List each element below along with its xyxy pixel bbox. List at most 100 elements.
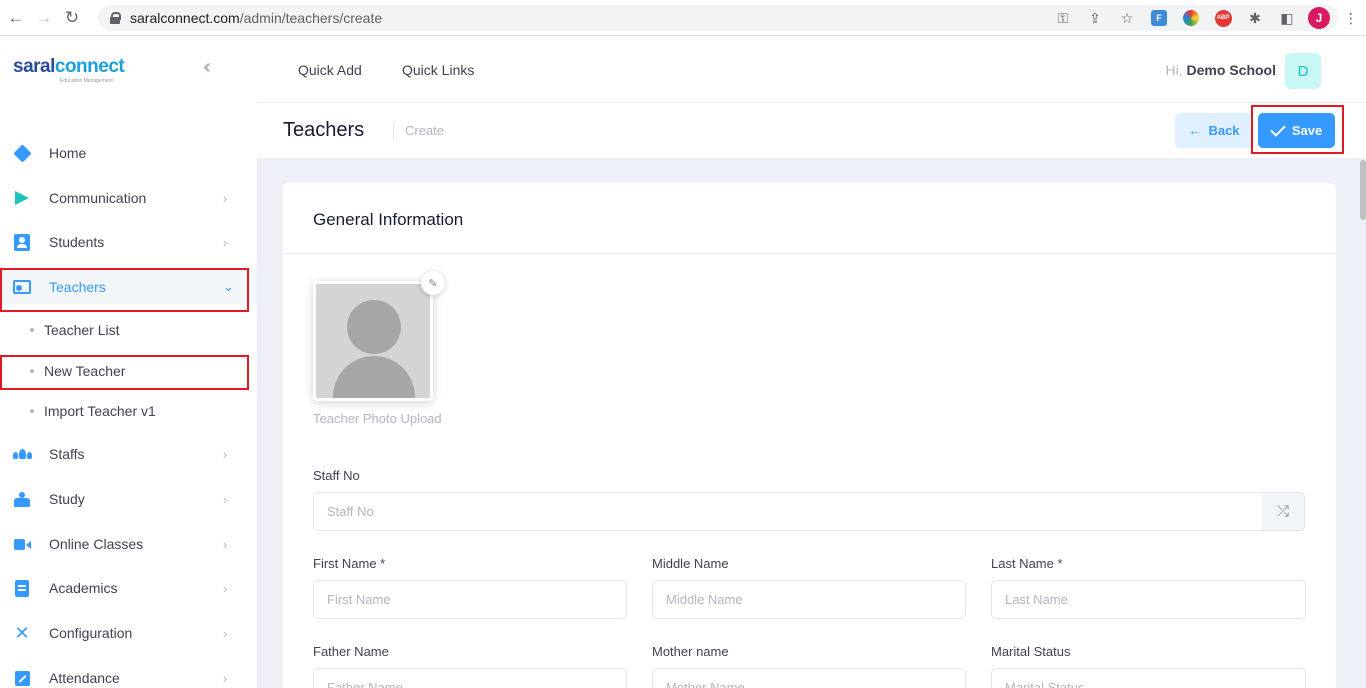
sidebar-subitem-import-teacher[interactable]: Import Teacher v1: [0, 395, 257, 427]
chevron-down-icon: ⌄: [223, 279, 234, 294]
back-button-label: Back: [1208, 123, 1240, 138]
sidebar-subitem-teacher-list[interactable]: Teacher List: [0, 314, 257, 346]
page-title: Teachers: [283, 119, 365, 141]
profile-avatar[interactable]: J: [1308, 7, 1330, 29]
arrow-left-icon: ←: [1188, 123, 1202, 138]
back-button[interactable]: ← Back: [1175, 113, 1253, 148]
photo-upload[interactable]: [313, 281, 433, 401]
sidebar-item-students[interactable]: Students ›: [0, 225, 257, 259]
reload-icon[interactable]: ↻: [60, 6, 84, 30]
forward-arrow-icon[interactable]: →: [32, 6, 56, 30]
top-header: Quick Add Quick Links Hi, Demo School D: [257, 36, 1366, 103]
sidebar-item-label: Home: [49, 145, 87, 161]
first-name-label: First Name *: [313, 556, 386, 571]
sidebar-item-label: Staffs: [49, 446, 85, 462]
ff-extension-icon: F: [1151, 10, 1167, 26]
menu-dots-icon[interactable]: ⋮: [1340, 7, 1362, 29]
sidebar: saralconnect Education Management ‹‹ Hom…: [0, 36, 257, 688]
quick-links-link[interactable]: Quick Links: [402, 62, 474, 78]
sidebar-item-label: Configuration: [49, 625, 133, 641]
general-information-card: General Information ✎ Teacher Photo Uplo…: [283, 183, 1336, 688]
sidebar-item-label: Study: [49, 491, 85, 507]
page-scrollbar[interactable]: [1360, 160, 1366, 220]
sidebar-item-communication[interactable]: Communication ›: [0, 181, 257, 215]
browser-actions: ⚿ ⇪ ☆ F ABP ✱ ◧ J ⋮: [1052, 5, 1362, 31]
teacher-icon: [13, 278, 31, 296]
sidebar-item-attendance[interactable]: Attendance ›: [0, 661, 257, 688]
last-name-input[interactable]: [991, 580, 1306, 619]
bullet-icon: [30, 369, 34, 373]
title-separator: [393, 122, 394, 140]
sidebar-item-study[interactable]: Study ›: [0, 482, 257, 516]
extension-ff[interactable]: F: [1148, 7, 1170, 29]
book-icon: [13, 579, 31, 597]
father-name-input[interactable]: [313, 668, 627, 688]
chevron-right-icon: ›: [223, 446, 228, 462]
video-icon: [13, 535, 31, 553]
lock-icon: [110, 12, 121, 24]
greeting-text: Hi,: [1165, 62, 1183, 78]
logo[interactable]: saralconnect: [13, 56, 125, 78]
staff-no-label: Staff No: [313, 468, 360, 483]
mother-name-input[interactable]: [652, 668, 966, 688]
user-greeting[interactable]: Hi, Demo School: [1166, 62, 1276, 78]
sidebar-subitem-label: New Teacher: [44, 363, 126, 379]
user-avatar[interactable]: D: [1285, 53, 1321, 89]
sidebar-item-label: Academics: [49, 580, 118, 596]
staff-no-input[interactable]: [313, 492, 1263, 531]
user-name: Demo School: [1186, 62, 1276, 78]
middle-name-input[interactable]: [652, 580, 966, 619]
avatar-placeholder-icon: [347, 300, 401, 354]
save-button[interactable]: Save: [1258, 113, 1335, 148]
adblock-icon: ABP: [1214, 9, 1232, 27]
puzzle-icon[interactable]: ✱: [1244, 7, 1266, 29]
url-path: /admin/teachers/create: [239, 10, 383, 26]
attendance-icon: [13, 669, 31, 687]
sidebar-item-teachers[interactable]: Teachers ⌄: [0, 270, 257, 304]
father-name-label: Father Name: [313, 644, 389, 659]
marital-status-label: Marital Status: [991, 644, 1071, 659]
last-name-label: Last Name *: [991, 556, 1063, 571]
save-button-label: Save: [1291, 123, 1323, 138]
quick-add-link[interactable]: Quick Add: [298, 62, 362, 78]
sidebar-item-online-classes[interactable]: Online Classes ›: [0, 527, 257, 561]
back-arrow-icon[interactable]: ←: [4, 6, 28, 30]
staff-icon: [12, 445, 32, 463]
sidebar-subitem-label: Teacher List: [44, 322, 120, 338]
middle-name-label: Middle Name: [652, 556, 729, 571]
collapse-sidebar-icon[interactable]: ‹‹: [203, 56, 212, 79]
sidebar-item-configuration[interactable]: ✕ Configuration ›: [0, 616, 257, 650]
check-icon: [1270, 121, 1286, 137]
star-icon[interactable]: ☆: [1116, 7, 1138, 29]
send-icon: [13, 189, 31, 207]
key-icon[interactable]: ⚿: [1052, 7, 1074, 29]
sidebar-item-academics[interactable]: Academics ›: [0, 571, 257, 605]
photo-caption: Teacher Photo Upload: [313, 411, 442, 426]
home-icon: [12, 143, 32, 163]
marital-status-input[interactable]: [991, 668, 1306, 688]
tools-icon: ✕: [14, 623, 30, 643]
share-icon[interactable]: ⇪: [1084, 7, 1106, 29]
chevron-right-icon: ›: [223, 625, 228, 641]
browser-toolbar: ← → ↻ saralconnect.com/admin/teachers/cr…: [0, 0, 1366, 36]
chevron-right-icon: ›: [223, 536, 228, 552]
bullet-icon: [30, 409, 34, 413]
sidebar-item-label: Communication: [49, 190, 147, 206]
first-name-input[interactable]: [313, 580, 627, 619]
extension-color[interactable]: [1180, 7, 1202, 29]
extension-abp[interactable]: ABP: [1212, 7, 1234, 29]
side-panel-icon[interactable]: ◧: [1276, 7, 1298, 29]
breadcrumb: Create: [405, 123, 445, 138]
divider: [283, 253, 1336, 254]
sidebar-item-label: Attendance: [49, 670, 120, 686]
pencil-icon[interactable]: ✎: [421, 271, 445, 295]
bullet-icon: [30, 328, 34, 332]
student-icon: [13, 233, 31, 251]
section-title: General Information: [313, 210, 464, 229]
sidebar-item-label: Online Classes: [49, 536, 144, 552]
sidebar-item-home[interactable]: Home: [0, 136, 257, 170]
sidebar-subitem-new-teacher[interactable]: New Teacher: [0, 355, 257, 387]
sidebar-item-staffs[interactable]: Staffs ›: [0, 437, 257, 471]
shuffle-icon[interactable]: ⤮: [1262, 492, 1305, 531]
color-extension-icon: [1183, 10, 1199, 26]
